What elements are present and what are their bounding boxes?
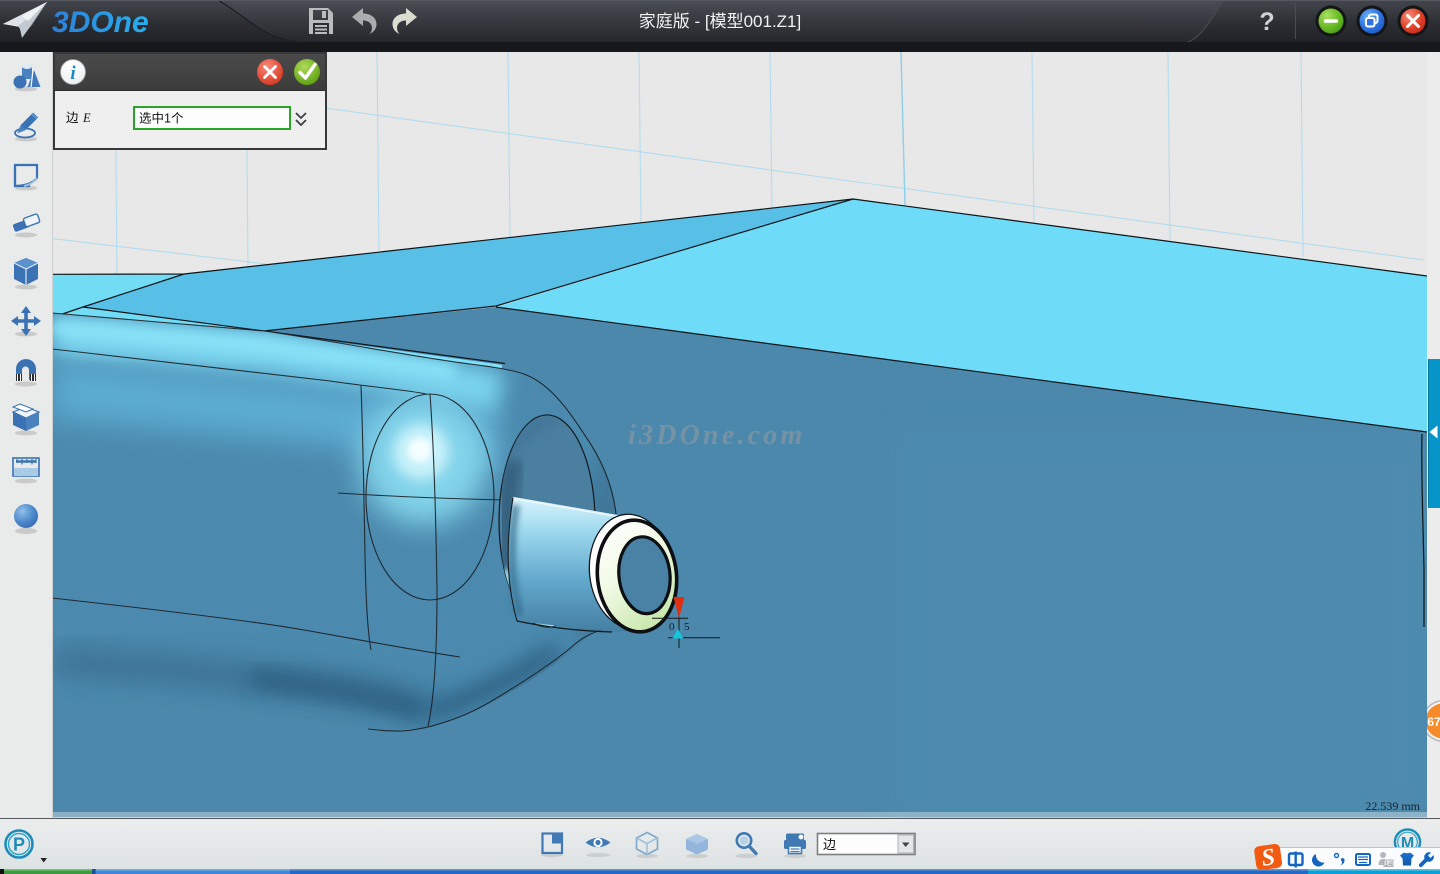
svg-text:边: 边 bbox=[66, 111, 79, 125]
svg-text:选中1个: 选中1个 bbox=[139, 111, 184, 126]
svg-text:0: 0 bbox=[669, 621, 675, 633]
svg-text:22.539 mm: 22.539 mm bbox=[1365, 799, 1420, 813]
svg-text:?: ? bbox=[1259, 8, 1274, 36]
svg-text:家庭版 - [模型001.Z1]: 家庭版 - [模型001.Z1] bbox=[639, 12, 801, 31]
svg-text:i3DOne.com: i3DOne.com bbox=[628, 420, 805, 451]
svg-text:5: 5 bbox=[684, 621, 690, 633]
svg-text:67: 67 bbox=[1427, 715, 1440, 729]
svg-text:3DOne: 3DOne bbox=[52, 6, 149, 39]
svg-text:E: E bbox=[82, 111, 91, 125]
svg-text:14: 14 bbox=[1385, 861, 1393, 868]
svg-text:i: i bbox=[70, 63, 76, 84]
svg-text:P: P bbox=[13, 835, 25, 855]
svg-text:边: 边 bbox=[823, 837, 836, 852]
